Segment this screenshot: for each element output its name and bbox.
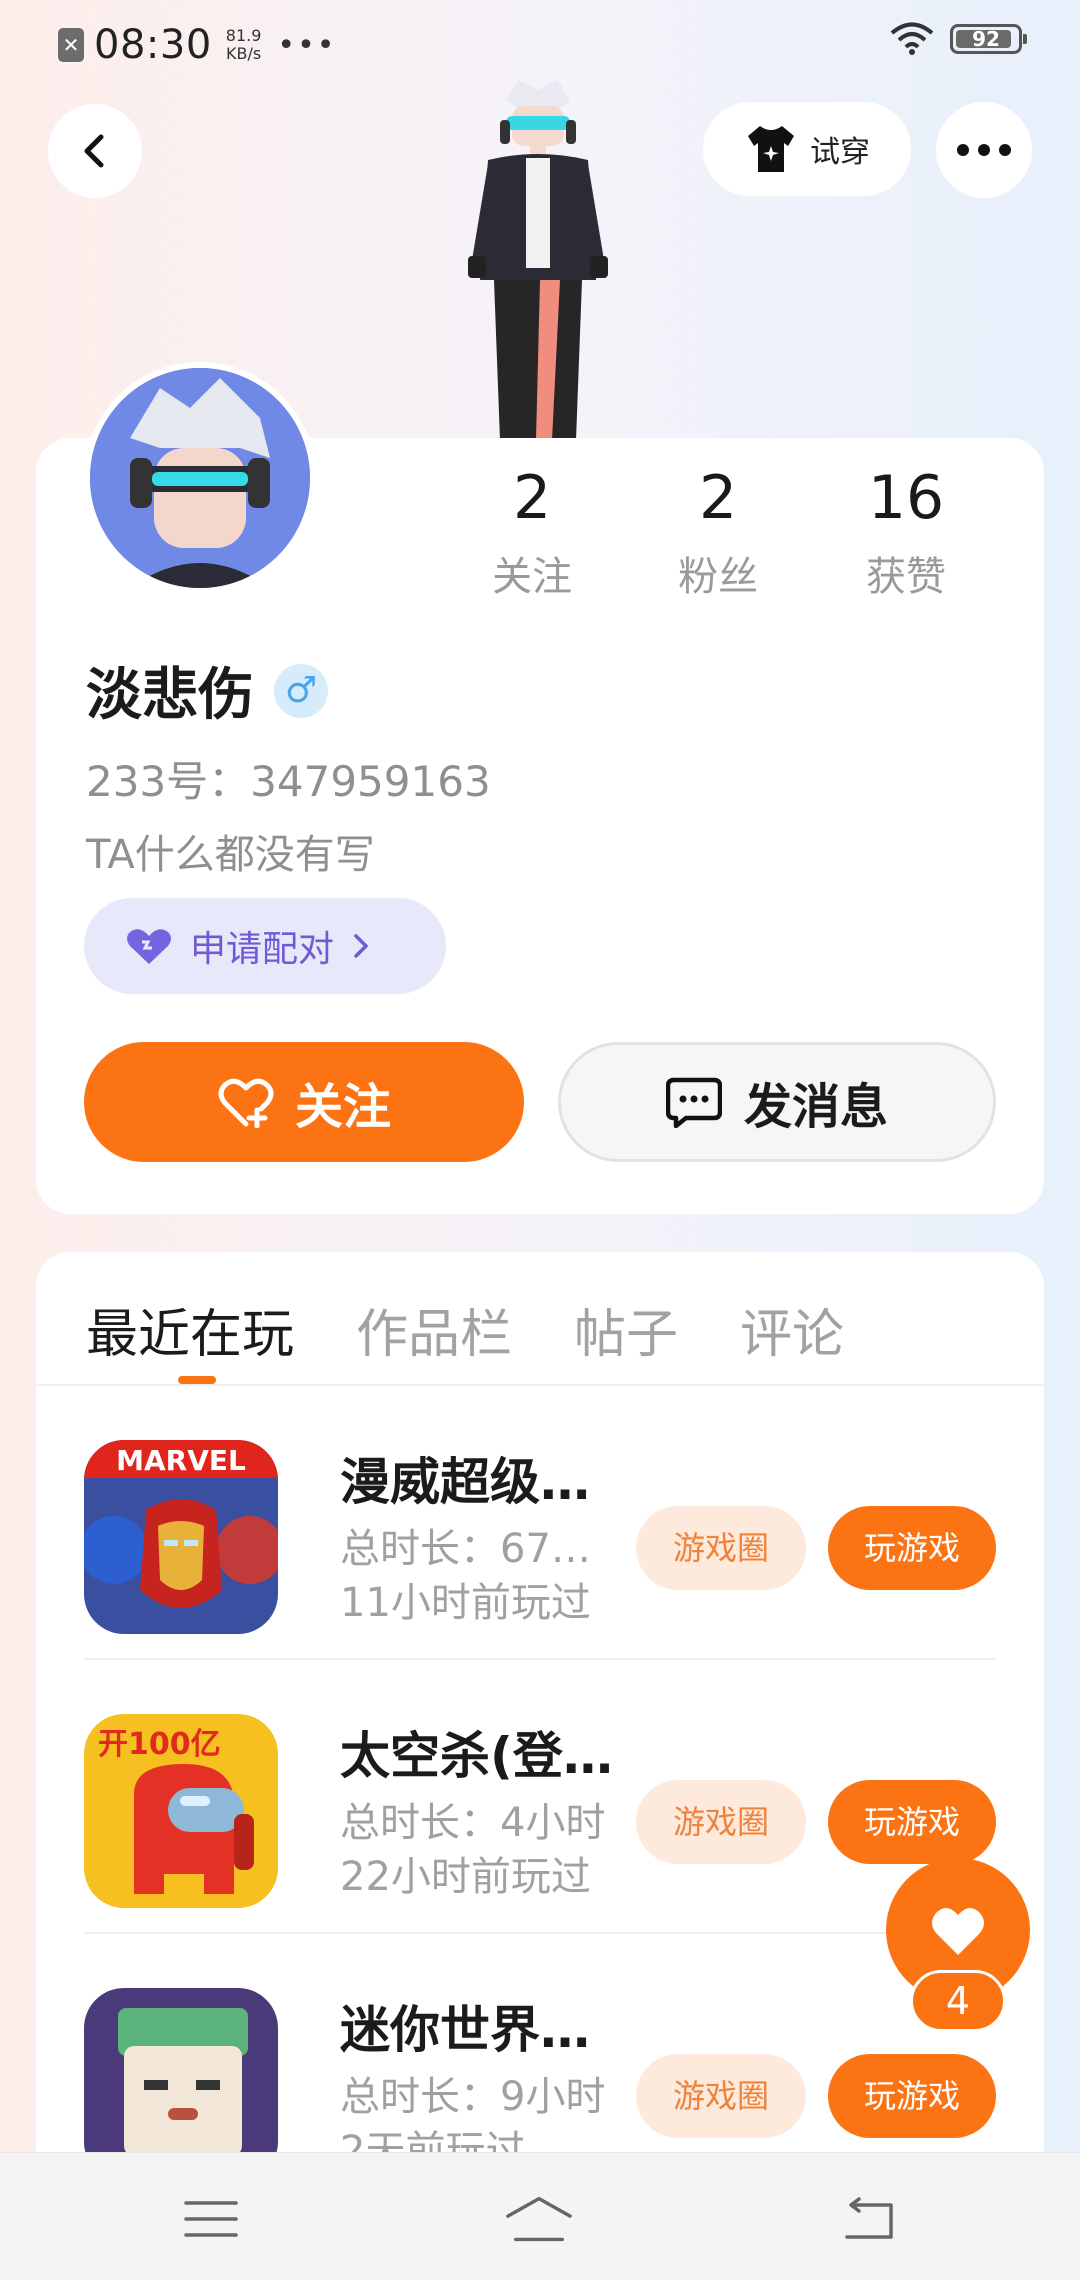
stat-following[interactable]: 2 关注: [440, 466, 624, 602]
stat-followers[interactable]: 2 粉丝: [624, 466, 812, 602]
stat-value: 2: [513, 463, 552, 533]
stat-value: 16: [867, 463, 945, 533]
network-speed: 81.9 KB/s: [226, 27, 262, 63]
heart-add-icon: [218, 1078, 274, 1128]
tab-works[interactable]: 作品栏: [356, 1292, 512, 1367]
name-row: 淡悲伤 ♂: [86, 650, 328, 731]
game-last-played: 22小时前玩过: [340, 1854, 591, 1900]
back-button[interactable]: [48, 104, 142, 198]
male-gender-icon: ♂: [274, 663, 328, 718]
heart-icon: [932, 1908, 984, 1955]
shirt-icon: [748, 126, 794, 172]
back-arrow-icon: [845, 2197, 893, 2239]
play-game-button[interactable]: 玩游戏: [828, 1506, 996, 1590]
nav-home-button[interactable]: [504, 2191, 574, 2247]
stat-value: 2: [699, 463, 738, 533]
status-right: 92: [890, 22, 1027, 56]
follow-button[interactable]: 关注: [84, 1042, 524, 1162]
heart-icon: [127, 929, 171, 964]
status-bar: ✕ 08:30 81.9 KB/s ••• 92: [0, 0, 1080, 86]
send-message-button[interactable]: 发消息: [558, 1042, 996, 1162]
game-title: 迷你世界…: [340, 2001, 590, 2059]
game-duration: 总时长：4小时: [340, 1800, 606, 1846]
game-list-item[interactable]: MARVEL 漫威超级… 总时长：67… 11小时前玩过 游戏圈 玩游戏: [84, 1386, 1044, 1660]
avatar-image: [90, 368, 310, 588]
stat-label: 获赞: [866, 554, 947, 600]
play-game-button[interactable]: 玩游戏: [828, 1780, 996, 1864]
wifi-icon: [890, 22, 934, 55]
try-on-label: 试穿: [810, 135, 870, 170]
nav-menu-button[interactable]: [176, 2191, 246, 2247]
tab-recently-played[interactable]: 最近在玩: [86, 1292, 294, 1384]
more-status-icon: •••: [277, 27, 337, 63]
game-circle-button[interactable]: 游戏圈: [636, 2054, 806, 2138]
game-circle-button[interactable]: 游戏圈: [636, 1780, 806, 1864]
request-match-button[interactable]: 申请配对: [84, 898, 446, 994]
speed-value: 81.9: [225, 26, 262, 45]
game-last-played: 11小时前玩过: [340, 1580, 591, 1626]
game-duration: 总时长：67…: [340, 1526, 591, 1572]
tab-posts[interactable]: 帖子: [574, 1292, 678, 1367]
play-game-button[interactable]: 玩游戏: [828, 2054, 996, 2138]
chevron-left-icon: [84, 134, 104, 168]
chat-bubble-icon: [665, 1077, 722, 1128]
system-nav-bar: [0, 2152, 1080, 2280]
try-on-button[interactable]: 试穿: [703, 102, 911, 196]
tab-comments[interactable]: 评论: [740, 1292, 844, 1367]
battery-level: 92: [972, 27, 1000, 51]
chevron-right-icon: [354, 934, 369, 958]
user-id: 233号：347959163: [86, 757, 491, 806]
game-icon-text: MARVEL: [116, 1444, 246, 1477]
content-card: 最近在玩 作品栏 帖子 评论 MARVEL 漫威超级… 总时长：67… 11小时…: [36, 1252, 1044, 2280]
avatar-character-figure: [468, 80, 608, 440]
request-match-label: 申请配对: [190, 929, 335, 970]
game-title: 漫威超级…: [340, 1453, 590, 1511]
more-options-button[interactable]: [936, 102, 1032, 198]
profile-tabs: 最近在玩 作品栏 帖子 评论: [86, 1292, 844, 1384]
game-icon-marvel[interactable]: MARVEL: [84, 1440, 278, 1634]
notification-icon: ✕: [58, 28, 84, 62]
game-title: 太空杀(登…: [340, 1727, 613, 1785]
home-icon: [506, 2196, 572, 2242]
status-left: ✕ 08:30 81.9 KB/s •••: [58, 22, 337, 68]
stat-likes[interactable]: 16 获赞: [812, 466, 1000, 602]
game-icon-text: 开100亿: [98, 1727, 221, 1762]
game-duration: 总时长：9小时: [340, 2074, 606, 2120]
game-circle-button[interactable]: 游戏圈: [636, 1506, 806, 1590]
nav-back-button[interactable]: [834, 2191, 904, 2247]
profile-stats: 2 关注 2 粉丝 16 获赞: [440, 466, 1000, 602]
send-message-label: 发消息: [743, 1079, 888, 1135]
game-icon-space-kill[interactable]: 开100亿: [84, 1714, 278, 1908]
like-count-badge: 4: [910, 1970, 1006, 2032]
user-name: 淡悲伤: [86, 663, 254, 728]
more-horizontal-icon: [957, 144, 1011, 156]
avatar[interactable]: [84, 362, 316, 594]
game-icon-image: 开100亿: [84, 1714, 278, 1908]
game-icon-image: MARVEL: [84, 1440, 278, 1634]
menu-icon: [184, 2201, 238, 2237]
follow-label: 关注: [294, 1079, 391, 1135]
battery-icon: 92: [950, 24, 1027, 54]
stat-label: 关注: [492, 554, 573, 600]
user-bio: TA什么都没有写: [86, 832, 375, 878]
clock: 08:30: [94, 22, 212, 68]
stat-label: 粉丝: [678, 554, 759, 600]
speed-unit: KB/s: [225, 44, 262, 63]
